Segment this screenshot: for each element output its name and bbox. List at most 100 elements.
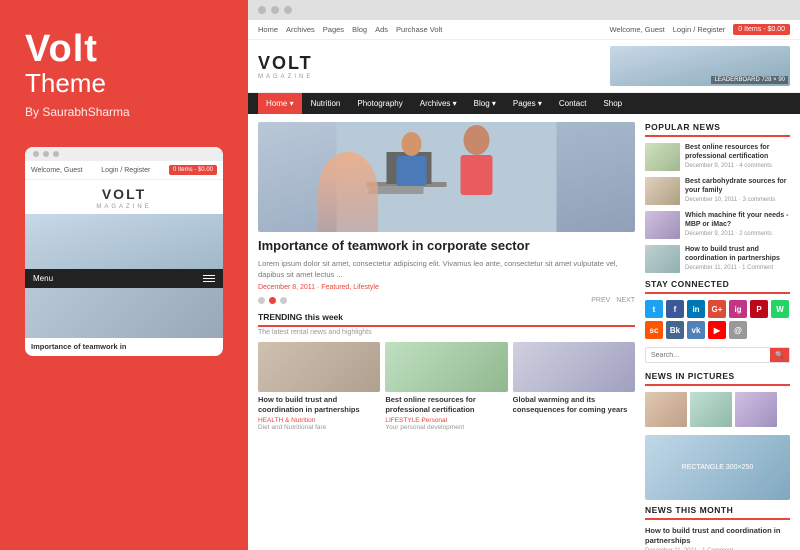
site-topbar-right: Welcome, Guest Login / Register 0 Items … bbox=[609, 24, 790, 35]
pics-item-1[interactable] bbox=[645, 392, 687, 427]
header-ad-banner: LEADERBOARD 728 × 90 bbox=[610, 46, 790, 86]
browser-dot-green bbox=[284, 6, 292, 14]
slider-dot-1[interactable] bbox=[258, 297, 265, 304]
pics-item-3[interactable] bbox=[735, 392, 777, 427]
trending-sub: The latest rental news and highlights bbox=[258, 329, 635, 336]
mobile-article-thumbnail bbox=[25, 288, 223, 338]
trending-title-1[interactable]: How to build trust and coordination in p… bbox=[258, 395, 380, 415]
whatsapp-icon[interactable]: W bbox=[771, 300, 789, 318]
trending-title-2[interactable]: Best online resources for professional c… bbox=[385, 395, 507, 415]
site-header: VOLT MAGAZINE LEADERBOARD 728 × 90 bbox=[248, 40, 800, 93]
trending-sub-2: Your personal development bbox=[385, 424, 507, 431]
featured-svg bbox=[258, 122, 635, 232]
topbar-cart-button[interactable]: 0 Items - $0.00 bbox=[733, 24, 790, 35]
topbar-ads[interactable]: Ads bbox=[375, 25, 388, 34]
topbar-login-link[interactable]: Login / Register bbox=[673, 25, 726, 34]
slider-prev[interactable]: PREV bbox=[591, 297, 610, 304]
soundcloud-icon[interactable]: sc bbox=[645, 321, 663, 339]
trending-cat-1: HEALTH & Nutrition bbox=[258, 417, 380, 424]
mobile-topbar: Welcome, Guest Login / Register 0 Items … bbox=[25, 161, 223, 180]
featured-meta-text: December 8, 2011 · Featured, Lifestyle bbox=[258, 284, 379, 291]
popular-title-3[interactable]: Which machine fit your needs - MBP or iM… bbox=[685, 211, 790, 229]
youtube-icon[interactable]: ▶ bbox=[708, 321, 726, 339]
topbar-pages[interactable]: Pages bbox=[323, 25, 344, 34]
featured-excerpt: Lorem ipsum dolor sit amet, consectetur … bbox=[258, 258, 635, 281]
nav-item-shop[interactable]: Shop bbox=[595, 93, 630, 114]
mobile-dot-3 bbox=[53, 151, 59, 157]
popular-title-1[interactable]: Best online resources for professional c… bbox=[685, 143, 790, 161]
trending-img-3 bbox=[513, 342, 635, 392]
mobile-hero-image bbox=[25, 214, 223, 269]
nav-item-blog[interactable]: Blog ▾ bbox=[466, 93, 504, 114]
vk2-icon[interactable]: vk bbox=[687, 321, 705, 339]
mobile-article-title: Importance of teamwork in bbox=[25, 338, 223, 356]
slider-dot-3[interactable] bbox=[280, 297, 287, 304]
mobile-cart-button[interactable]: 0 Items - $0.00 bbox=[169, 165, 217, 175]
site-main: Importance of teamwork in corporate sect… bbox=[248, 114, 800, 550]
popular-item-4: How to build trust and coordination in p… bbox=[645, 245, 790, 273]
right-sidebar: POPULAR NEWS Best online resources for p… bbox=[645, 122, 790, 550]
trending-sub-1: Diet and Nutritional fare bbox=[258, 424, 380, 431]
popular-meta-4: December 11, 2011 · 1 Comment bbox=[685, 265, 790, 271]
nav-item-nutrition[interactable]: Nutrition bbox=[303, 93, 349, 114]
slider-controls: PREV NEXT bbox=[258, 297, 635, 304]
trending-title: TRENDING this week bbox=[258, 312, 635, 327]
slider-dot-2[interactable] bbox=[269, 297, 276, 304]
mobile-dot-1 bbox=[33, 151, 39, 157]
instagram-icon[interactable]: ig bbox=[729, 300, 747, 318]
vk-icon[interactable]: Bk bbox=[666, 321, 684, 339]
pics-item-2[interactable] bbox=[690, 392, 732, 427]
site-logo-text: VOLT bbox=[258, 53, 610, 74]
slider-next[interactable]: NEXT bbox=[616, 297, 635, 304]
google-icon[interactable]: G+ bbox=[708, 300, 726, 318]
mail-icon[interactable]: @ bbox=[729, 321, 747, 339]
site-logo-sub: MAGAZINE bbox=[258, 74, 610, 80]
mobile-hamburger-icon[interactable] bbox=[203, 275, 215, 282]
featured-meta: December 8, 2011 · Featured, Lifestyle bbox=[258, 284, 635, 291]
featured-img-inner bbox=[258, 122, 635, 232]
site-nav: Home ▾ Nutrition Photography Archives ▾ … bbox=[248, 93, 800, 114]
trending-item-1: How to build trust and coordination in p… bbox=[258, 342, 380, 431]
featured-title[interactable]: Importance of teamwork in corporate sect… bbox=[258, 238, 635, 255]
news-this-month-title: NEWS THIS MONTH bbox=[645, 505, 790, 520]
trending-cat-2: LIFESTYLE Personal bbox=[385, 417, 507, 424]
slider-dots bbox=[258, 297, 287, 304]
nav-item-contact[interactable]: Contact bbox=[551, 93, 595, 114]
popular-meta-2: December 10, 2011 · 3 comments bbox=[685, 197, 790, 203]
popular-img-4 bbox=[645, 245, 680, 273]
search-input[interactable] bbox=[646, 348, 770, 362]
topbar-archives[interactable]: Archives bbox=[286, 25, 315, 34]
nav-item-pages[interactable]: Pages ▾ bbox=[505, 93, 550, 114]
nav-item-home[interactable]: Home ▾ bbox=[258, 93, 302, 114]
trending-item-3: Global warming and its consequences for … bbox=[513, 342, 635, 431]
month-item-1: How to build trust and coordination in p… bbox=[645, 526, 790, 550]
search-button[interactable]: 🔍 bbox=[770, 348, 789, 362]
popular-content-4: How to build trust and coordination in p… bbox=[685, 245, 790, 273]
featured-image bbox=[258, 122, 635, 232]
popular-content-3: Which machine fit your needs - MBP or iM… bbox=[685, 211, 790, 239]
twitter-icon[interactable]: t bbox=[645, 300, 663, 318]
mobile-logo: VOLT bbox=[25, 180, 223, 204]
trending-img-1 bbox=[258, 342, 380, 392]
mobile-login-link[interactable]: Login / Register bbox=[101, 167, 150, 174]
linkedin-icon[interactable]: in bbox=[687, 300, 705, 318]
site-topbar-nav: Home Archives Pages Blog Ads Purchase Vo… bbox=[258, 25, 442, 34]
facebook-icon[interactable]: f bbox=[666, 300, 684, 318]
mobile-dot-2 bbox=[43, 151, 49, 157]
topbar-home[interactable]: Home bbox=[258, 25, 278, 34]
trending-img-2 bbox=[385, 342, 507, 392]
trending-title-3[interactable]: Global warming and its consequences for … bbox=[513, 395, 635, 415]
popular-title-2[interactable]: Best carbohydrate sources for your famil… bbox=[685, 177, 790, 195]
topbar-purchase[interactable]: Purchase Volt bbox=[396, 25, 442, 34]
popular-img-1 bbox=[645, 143, 680, 171]
topbar-blog[interactable]: Blog bbox=[352, 25, 367, 34]
site-logo: VOLT MAGAZINE bbox=[258, 53, 610, 80]
pinterest-icon[interactable]: P bbox=[750, 300, 768, 318]
popular-img-3 bbox=[645, 211, 680, 239]
brand-title: Volt bbox=[25, 30, 223, 68]
stay-connected-title: STAY CONNECTED bbox=[645, 279, 790, 294]
popular-title-4[interactable]: How to build trust and coordination in p… bbox=[685, 245, 790, 263]
month-title-1[interactable]: How to build trust and coordination in p… bbox=[645, 526, 790, 546]
nav-item-photography[interactable]: Photography bbox=[349, 93, 410, 114]
nav-item-archives[interactable]: Archives ▾ bbox=[412, 93, 465, 114]
